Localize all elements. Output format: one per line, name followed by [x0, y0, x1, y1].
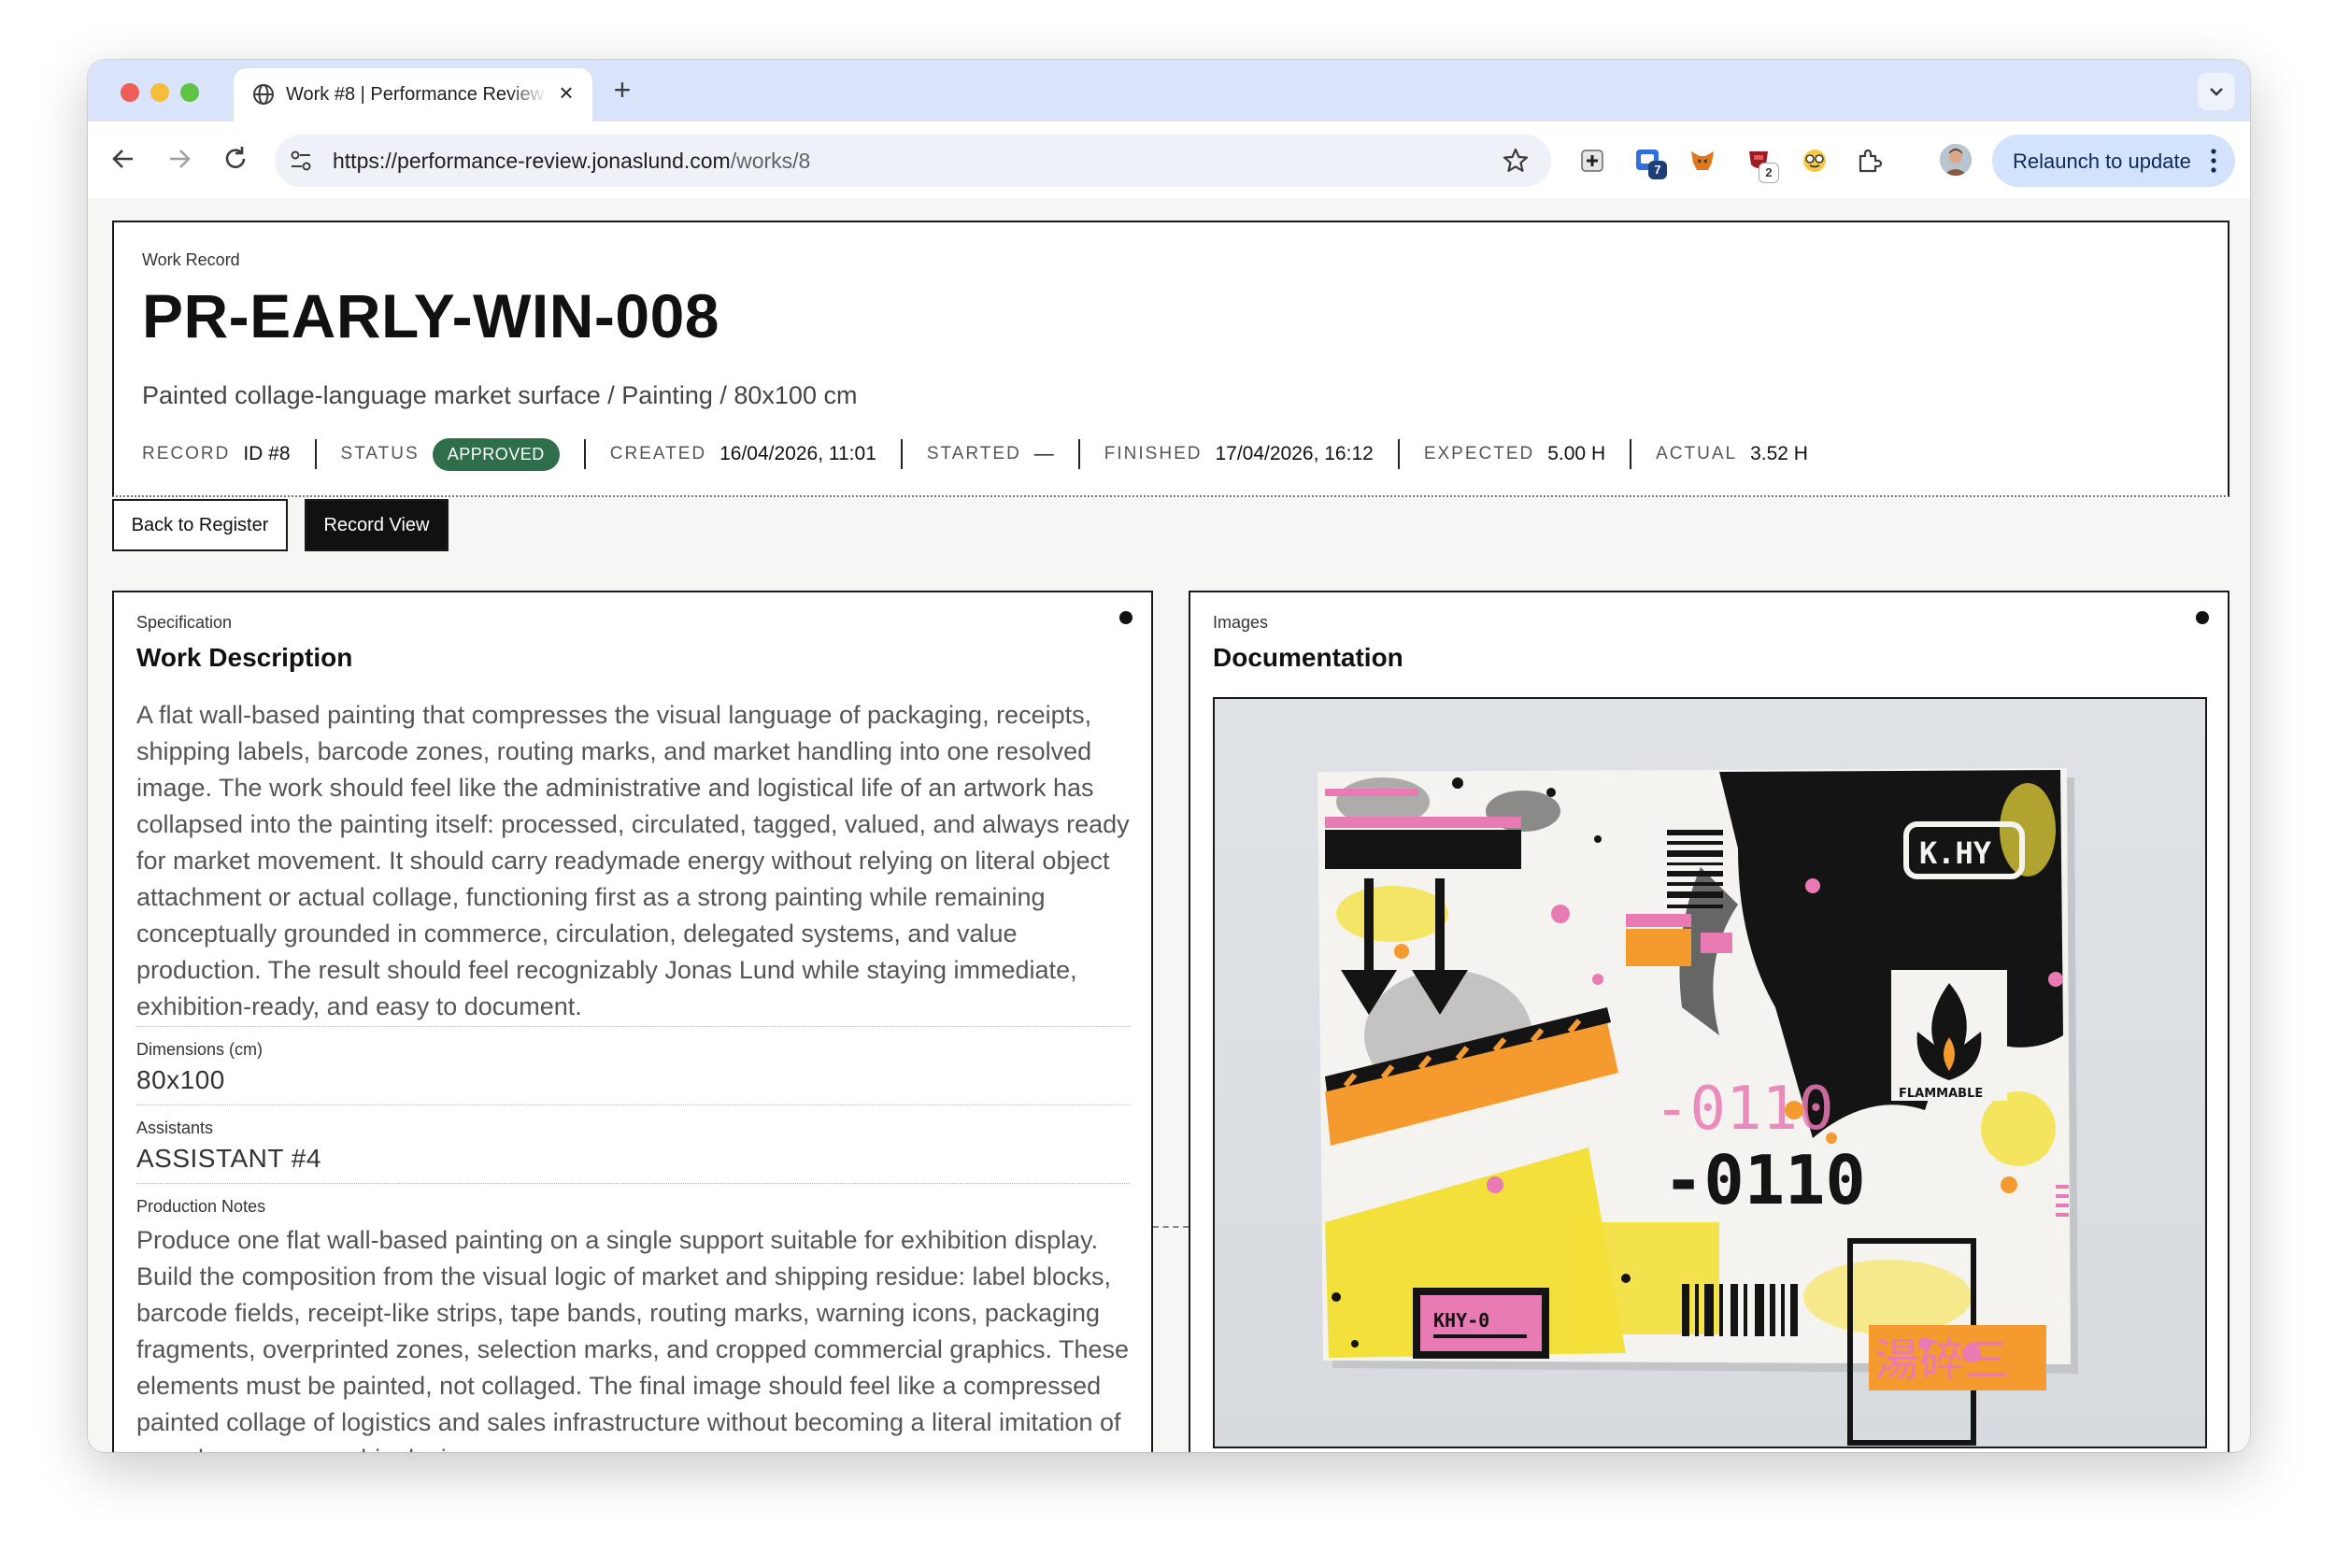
url-host: https://performance-review.jonaslund.com	[333, 149, 731, 173]
globe-icon	[253, 84, 274, 105]
painting-tag-text: K.HY	[1919, 835, 1992, 871]
meta-record-label: RECORD	[142, 444, 231, 463]
meta-divider	[1630, 439, 1632, 469]
meta-divider	[314, 439, 317, 469]
meta-started-value: —	[1033, 443, 1054, 464]
tab-strip: Work #8 | Performance Review × +	[88, 60, 2250, 121]
meta-created-label: CREATED	[609, 444, 707, 463]
meta-finished-value: 17/04/2026, 16:12	[1215, 443, 1374, 464]
panel-connector-line	[1153, 1226, 1189, 1228]
specification-eyebrow: Specification	[136, 613, 233, 632]
minimize-window-button[interactable]	[150, 83, 169, 102]
extension-plus-icon[interactable]	[1577, 146, 1607, 176]
documentation-panel: Images Documentation KHY-0 K.HY FLAMMABL…	[1189, 591, 2229, 1452]
profile-avatar[interactable]	[1940, 144, 1972, 176]
meta-divider	[1397, 439, 1400, 469]
production-notes-field: Production Notes Produce one flat wall-b…	[136, 1183, 1131, 1452]
close-tab-icon[interactable]: ×	[553, 79, 579, 106]
maximize-window-button[interactable]	[180, 83, 199, 102]
address-bar[interactable]: https://performance-review.jonaslund.com…	[275, 135, 1551, 187]
status-dot	[2196, 611, 2209, 624]
painting-photo: KHY-0 K.HY FLAMMABLE -0110 -0110 湯碎三	[1215, 699, 2205, 1447]
forward-arrow-icon[interactable]	[161, 140, 198, 178]
back-to-register-button[interactable]: Back to Register	[112, 499, 288, 551]
meta-created-value: 16/04/2026, 11:01	[719, 443, 876, 464]
production-notes-label: Production Notes	[136, 1197, 266, 1216]
meta-actual-label: ACTUAL	[1656, 444, 1738, 463]
record-eyebrow: Work Record	[142, 250, 240, 269]
production-notes-text: Produce one flat wall-based painting on …	[136, 1226, 1130, 1452]
url-path: /works/8	[730, 149, 811, 173]
new-tab-button[interactable]: +	[607, 75, 637, 106]
painting-code-pink: -0110	[1654, 1075, 1834, 1144]
meta-actual-value: 3.52 H	[1750, 443, 1808, 464]
emoji-extension-icon[interactable]	[1800, 146, 1830, 176]
tab-manager-extension[interactable]: 7	[1633, 146, 1667, 179]
relaunch-label: Relaunch to update	[2013, 150, 2191, 173]
shield-extension[interactable]: 2	[1744, 146, 1779, 183]
browser-window: Work #8 | Performance Review × + https:/…	[88, 60, 2250, 1452]
documentation-title: Documentation	[1213, 643, 1403, 672]
meta-expected-label: EXPECTED	[1423, 444, 1535, 463]
tab-title: Work #8 | Performance Review	[286, 84, 545, 105]
dimensions-field: Dimensions (cm) 80x100	[136, 1026, 1131, 1095]
work-record-header: Work Record PR-EARLY-WIN-008 Painted col…	[112, 221, 2229, 497]
status-dot	[1119, 611, 1132, 624]
meta-status-label: STATUS	[340, 444, 420, 463]
browser-toolbar: https://performance-review.jonaslund.com…	[88, 121, 2250, 199]
painting-label-text: KHY-0	[1433, 1309, 1489, 1332]
person-icon	[1940, 144, 1972, 176]
chevron-down-icon	[2210, 88, 2223, 96]
meta-finished-label: FINISHED	[1104, 444, 1203, 463]
meta-divider	[583, 439, 586, 469]
assistants-field: Assistants ASSISTANT #4	[136, 1105, 1131, 1174]
tab-search-button[interactable]	[2198, 73, 2235, 110]
site-settings-icon[interactable]	[288, 148, 314, 174]
painting-glyph-text: 湯碎三	[1874, 1334, 2009, 1387]
reload-icon[interactable]	[217, 140, 254, 178]
dimensions-label: Dimensions (cm)	[136, 1040, 264, 1059]
meta-expected-value: 5.00 H	[1547, 443, 1606, 464]
close-window-button[interactable]	[121, 83, 139, 102]
record-view-button[interactable]: Record View	[305, 499, 449, 551]
page-title: PR-EARLY-WIN-008	[142, 281, 720, 350]
work-description-text: A flat wall-based painting that compress…	[136, 701, 1130, 1020]
status-badge: APPROVED	[432, 437, 560, 471]
shield-count-badge: 2	[1759, 163, 1779, 183]
dimensions-value: 80x100	[136, 1065, 225, 1094]
flammable-text: FLAMMABLE	[1899, 1087, 1983, 1101]
metamask-fox-icon[interactable]	[1688, 146, 1717, 176]
specification-panel: Specification Work Description A flat wa…	[112, 591, 1153, 1452]
painting-code-black: -0110	[1663, 1141, 1866, 1219]
page-content: Work Record PR-EARLY-WIN-008 Painted col…	[88, 198, 2250, 1452]
browser-tab-active[interactable]: Work #8 | Performance Review ×	[234, 68, 592, 121]
record-meta-row: RECORD ID #8 STATUS APPROVED CREATED 16/…	[142, 435, 1808, 473]
meta-started-label: STARTED	[926, 444, 1021, 463]
puzzle-extensions-icon[interactable]	[1854, 146, 1884, 176]
assistants-label: Assistants	[136, 1119, 214, 1137]
documentation-image[interactable]: KHY-0 K.HY FLAMMABLE -0110 -0110 湯碎三	[1213, 697, 2207, 1448]
images-eyebrow: Images	[1213, 613, 1269, 632]
specification-title: Work Description	[136, 643, 353, 672]
more-vertical-icon	[2211, 149, 2216, 173]
relaunch-update-button[interactable]: Relaunch to update	[1992, 135, 2235, 187]
meta-divider	[900, 439, 903, 469]
assistants-value: ASSISTANT #4	[136, 1144, 321, 1173]
back-arrow-icon[interactable]	[105, 140, 142, 178]
meta-record-value: ID #8	[243, 443, 291, 464]
tab-count-badge: 7	[1648, 161, 1667, 179]
bookmark-star-icon[interactable]	[1501, 146, 1531, 176]
record-subtitle: Painted collage-language market surface …	[142, 381, 858, 409]
meta-divider	[1077, 439, 1080, 469]
url-text: https://performance-review.jonaslund.com…	[333, 149, 810, 174]
